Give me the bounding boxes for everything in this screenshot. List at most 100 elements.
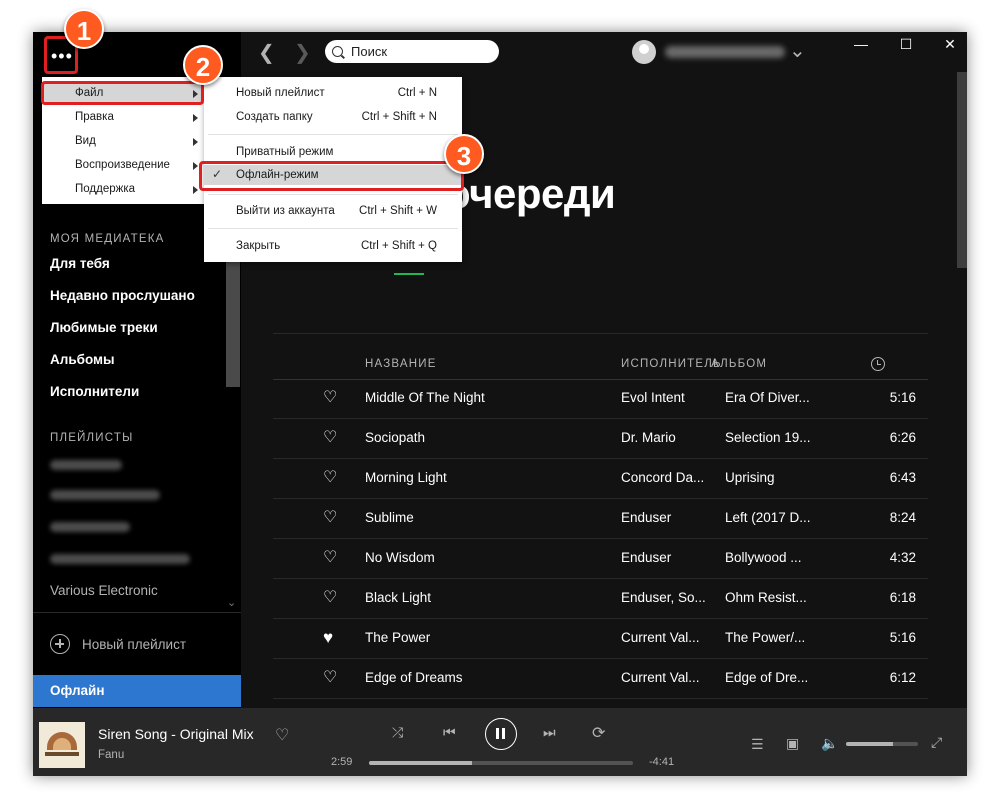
- heart-icon[interactable]: ♥: [323, 629, 333, 647]
- track-title[interactable]: Middle Of The Night: [365, 390, 605, 405]
- table-row[interactable]: ♡ No Wisdom Enduser Bollywood ... 4:32: [273, 539, 928, 579]
- track-duration: 6:18: [889, 590, 916, 605]
- table-row[interactable]: ♥ The Power Current Val... The Power/... 5:1…: [273, 619, 928, 659]
- menu-item-create-folder[interactable]: Создать папку: [236, 111, 313, 123]
- progress-fill: [369, 761, 472, 765]
- heart-icon[interactable]: ♡: [323, 669, 337, 687]
- now-playing-artist[interactable]: Fanu: [98, 749, 124, 761]
- heart-icon[interactable]: ♡: [323, 389, 337, 407]
- track-artist[interactable]: Enduser: [621, 510, 717, 525]
- track-artist[interactable]: Enduser: [621, 550, 717, 565]
- table-row[interactable]: ♡ Black Light Enduser, So... Ohm Resist... 6…: [273, 579, 928, 619]
- menu-item-logout[interactable]: Выйти из аккаунта: [236, 205, 335, 217]
- sidebar-divider: [33, 612, 241, 613]
- maximize-icon[interactable]: ☐: [886, 32, 926, 58]
- sidebar-item-offline[interactable]: Офлайн: [33, 675, 241, 707]
- volume-icon[interactable]: 🔈: [821, 735, 838, 752]
- heart-icon[interactable]: ♡: [323, 589, 337, 607]
- blurred-playlist[interactable]: [50, 554, 190, 564]
- album-art[interactable]: [39, 722, 85, 768]
- track-title[interactable]: No Wisdom: [365, 550, 605, 565]
- clock-icon[interactable]: [871, 357, 885, 371]
- column-header-title[interactable]: НАЗВАНИЕ: [365, 358, 437, 370]
- menu-item-playback[interactable]: Воспроизведение: [75, 159, 170, 171]
- track-artist[interactable]: Current Val...: [621, 630, 717, 645]
- back-arrow-icon[interactable]: ❮: [258, 40, 275, 65]
- table-row[interactable]: ♡ Middle Of The Night Evol Intent Era Of Di…: [273, 379, 928, 419]
- shortcut-logout: Ctrl + Shift + W: [359, 205, 437, 217]
- track-album[interactable]: Ohm Resist...: [725, 590, 829, 605]
- track-album[interactable]: Left (2017 D...: [725, 510, 829, 525]
- blurred-playlist[interactable]: [50, 490, 160, 500]
- track-title[interactable]: The Power: [365, 630, 605, 645]
- track-title[interactable]: Edge of Dreams: [365, 670, 605, 685]
- track-title[interactable]: Sublime: [365, 510, 605, 525]
- track-album[interactable]: The Power/...: [725, 630, 829, 645]
- column-header-artist[interactable]: ИСПОЛНИТЕЛЬ: [621, 358, 722, 370]
- sidebar-item-albums[interactable]: Альбомы: [50, 352, 115, 367]
- heart-icon[interactable]: ♡: [323, 549, 337, 567]
- next-icon[interactable]: ⏭: [543, 724, 556, 741]
- volume-slider[interactable]: [846, 742, 918, 746]
- sidebar-item-for-you[interactable]: Для тебя: [50, 256, 110, 271]
- pause-button[interactable]: [485, 718, 517, 750]
- menu-item-private-mode[interactable]: Приватный режим: [236, 146, 333, 158]
- close-icon[interactable]: ✕: [930, 32, 967, 58]
- track-artist[interactable]: Concord Da...: [621, 470, 717, 485]
- progress-bar[interactable]: [369, 761, 633, 765]
- heart-icon[interactable]: ♡: [323, 509, 337, 527]
- table-row[interactable]: ♡ Sociopath Dr. Mario Selection 19... 6:26: [273, 419, 928, 459]
- previous-icon[interactable]: ⏮: [443, 724, 456, 741]
- volume-fill: [846, 742, 893, 746]
- sidebar-item-artists[interactable]: Исполнители: [50, 384, 139, 399]
- main-scrollbar[interactable]: [957, 72, 967, 268]
- fullscreen-icon[interactable]: ⤢: [931, 734, 942, 751]
- menu-item-close[interactable]: Закрыть: [236, 240, 280, 252]
- heart-icon[interactable]: ♡: [323, 429, 337, 447]
- sidebar-item-liked-songs[interactable]: Любимые треки: [50, 320, 158, 335]
- menu-item-edit[interactable]: Правка: [75, 111, 114, 123]
- table-top-divider: [273, 333, 928, 334]
- sidebar-item-recent[interactable]: Недавно прослушано: [50, 288, 195, 303]
- devices-icon[interactable]: ▣: [786, 735, 799, 752]
- menu-item-new-playlist[interactable]: Новый плейлист: [236, 87, 325, 99]
- track-album[interactable]: Edge of Dre...: [725, 670, 829, 685]
- track-album[interactable]: Bollywood ...: [725, 550, 829, 565]
- scroll-down-icon[interactable]: ⌄: [227, 596, 236, 609]
- search-input[interactable]: Поиск: [325, 40, 499, 63]
- repeat-icon[interactable]: ⟳: [592, 723, 605, 743]
- track-album[interactable]: Era Of Diver...: [725, 390, 829, 405]
- username-blurred[interactable]: [665, 46, 785, 58]
- track-duration: 6:12: [889, 670, 916, 685]
- column-header-album[interactable]: АЛЬБОМ: [711, 358, 767, 370]
- track-album[interactable]: Uprising: [725, 470, 829, 485]
- track-artist[interactable]: Dr. Mario: [621, 430, 717, 445]
- track-title[interactable]: Morning Light: [365, 470, 605, 485]
- forward-arrow-icon[interactable]: ❯: [294, 40, 311, 65]
- table-row[interactable]: ♡ Sublime Enduser Left (2017 D... 8:24: [273, 499, 928, 539]
- queue-icon[interactable]: ☰: [751, 736, 764, 753]
- menu-item-help[interactable]: Поддержка: [75, 183, 135, 195]
- heart-icon[interactable]: ♡: [275, 725, 289, 745]
- track-artist[interactable]: Enduser, So...: [621, 590, 717, 605]
- shortcut-new-playlist: Ctrl + N: [397, 87, 437, 99]
- new-playlist-button[interactable]: Новый плейлист: [50, 632, 186, 656]
- track-album[interactable]: Selection 19...: [725, 430, 829, 445]
- sidebar-playlist-various-electronic[interactable]: Various Electronic: [50, 583, 158, 598]
- track-artist[interactable]: Evol Intent: [621, 390, 717, 405]
- table-row[interactable]: ♡ Morning Light Concord Da... Uprising 6:43: [273, 459, 928, 499]
- blurred-playlist[interactable]: [50, 522, 130, 532]
- submenu-arrow-icon: [193, 186, 198, 194]
- track-title[interactable]: Black Light: [365, 590, 605, 605]
- track-title[interactable]: Sociopath: [365, 430, 605, 445]
- menu-item-view[interactable]: Вид: [75, 135, 96, 147]
- minimize-icon[interactable]: —: [841, 32, 881, 58]
- shuffle-icon[interactable]: ⤮: [392, 724, 403, 741]
- table-row[interactable]: ♡ Edge of Dreams Current Val... Edge of Dre…: [273, 659, 928, 699]
- track-artist[interactable]: Current Val...: [621, 670, 717, 685]
- blurred-playlist[interactable]: [50, 460, 122, 470]
- avatar[interactable]: [632, 40, 656, 64]
- chevron-down-icon[interactable]: ⌄: [789, 38, 806, 63]
- heart-icon[interactable]: ♡: [323, 469, 337, 487]
- now-playing-title[interactable]: Siren Song - Original Mix: [98, 726, 254, 742]
